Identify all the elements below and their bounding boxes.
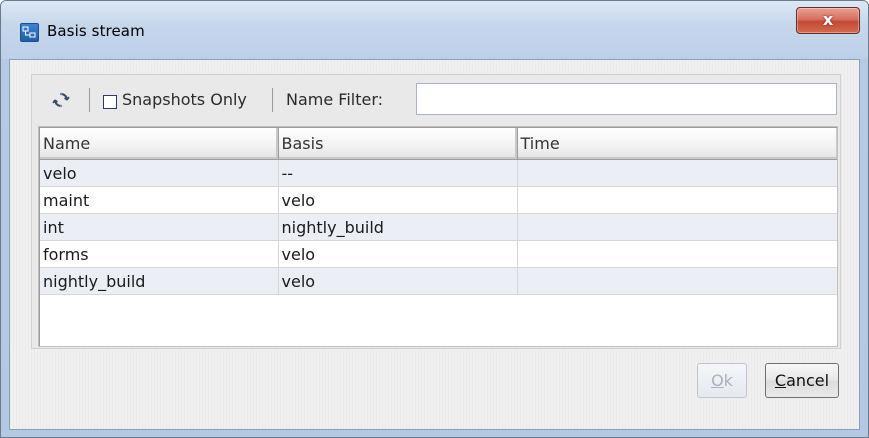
cell-time bbox=[517, 213, 837, 241]
table-row[interactable]: nightly_build velo bbox=[40, 267, 837, 295]
cell-name: forms bbox=[40, 240, 279, 268]
cell-basis: velo bbox=[278, 240, 518, 268]
column-header-name[interactable]: Name bbox=[40, 128, 279, 160]
streams-table: Name Basis Time velo -- maint velo int n… bbox=[40, 128, 837, 295]
cell-name: velo bbox=[40, 159, 279, 187]
dialog-window: Basis stream x Snapshots Only Name Filte… bbox=[0, 0, 869, 438]
ok-mnemonic: O bbox=[711, 371, 724, 390]
cancel-button[interactable]: Cancel bbox=[765, 363, 839, 398]
streams-table-area[interactable]: Name Basis Time velo -- maint velo int n… bbox=[38, 126, 838, 347]
column-header-basis[interactable]: Basis bbox=[278, 128, 518, 160]
table-header-row: Name Basis Time bbox=[40, 128, 837, 160]
app-icon bbox=[20, 23, 39, 42]
cell-basis: -- bbox=[278, 159, 518, 187]
table-row[interactable]: int nightly_build bbox=[40, 213, 837, 241]
title-bar[interactable]: Basis stream x bbox=[1, 1, 868, 59]
cell-name: maint bbox=[40, 186, 279, 214]
name-filter-label: Name Filter: bbox=[286, 90, 384, 109]
snapshots-only-checkbox[interactable] bbox=[103, 95, 117, 109]
snapshots-only-label[interactable]: Snapshots Only bbox=[122, 90, 247, 109]
cell-time bbox=[517, 159, 837, 187]
name-filter-input[interactable] bbox=[416, 83, 837, 115]
cell-name: int bbox=[40, 213, 279, 241]
cell-time bbox=[517, 240, 837, 268]
column-header-time[interactable]: Time bbox=[517, 128, 837, 160]
cancel-mnemonic: C bbox=[774, 371, 787, 390]
close-button[interactable]: x bbox=[796, 7, 860, 34]
refresh-icon[interactable] bbox=[52, 91, 70, 109]
table-row[interactable]: maint velo bbox=[40, 186, 837, 214]
toolbar-separator bbox=[89, 88, 90, 112]
toolbar: Snapshots Only Name Filter: bbox=[32, 75, 840, 124]
cancel-label-rest: ancel bbox=[786, 371, 830, 390]
close-icon: x bbox=[822, 10, 834, 29]
cell-basis: velo bbox=[278, 186, 518, 214]
cell-time bbox=[517, 186, 837, 214]
ok-label-rest: k bbox=[723, 371, 733, 390]
cell-name: nightly_build bbox=[40, 267, 279, 295]
window-title: Basis stream bbox=[47, 22, 145, 40]
ok-button[interactable]: Ok bbox=[697, 363, 747, 398]
cell-time bbox=[517, 267, 837, 295]
table-row[interactable]: forms velo bbox=[40, 240, 837, 268]
dialog-content: Snapshots Only Name Filter: Name Basis T… bbox=[9, 59, 860, 430]
table-row[interactable]: velo -- bbox=[40, 159, 837, 187]
cell-basis: nightly_build bbox=[278, 213, 518, 241]
toolbar-separator bbox=[272, 88, 273, 112]
cell-basis: velo bbox=[278, 267, 518, 295]
stream-panel: Snapshots Only Name Filter: Name Basis T… bbox=[31, 74, 841, 349]
